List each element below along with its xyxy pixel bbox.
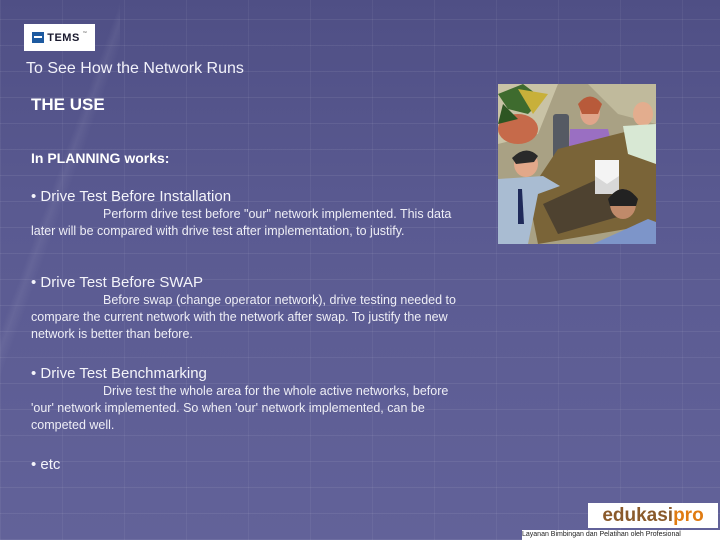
bullet-heading: • Drive Test Benchmarking bbox=[31, 365, 207, 382]
meeting-illustration bbox=[498, 84, 656, 244]
tems-logo: TEMS ™ bbox=[24, 24, 95, 51]
section-heading: THE USE bbox=[31, 95, 105, 114]
slide-title: To See How the Network Runs bbox=[26, 60, 244, 77]
logo-part-pro: pro bbox=[673, 504, 704, 526]
bullet-item: • Drive Test Before Installation Perform… bbox=[31, 188, 471, 240]
edukasipro-logo: edukasi pro bbox=[588, 503, 718, 528]
trademark: ™ bbox=[82, 30, 87, 35]
subsection-heading: In PLANNING works: bbox=[31, 150, 170, 166]
logo-part-edukasi: edukasi bbox=[602, 504, 674, 526]
bullet-heading: • Drive Test Before SWAP bbox=[31, 274, 203, 291]
bullet-body: Drive test the whole area for the whole … bbox=[31, 384, 449, 432]
bullet-item: • etc bbox=[31, 456, 471, 474]
tems-logo-icon bbox=[32, 32, 45, 43]
bullet-body: Before swap (change operator network), d… bbox=[31, 293, 456, 341]
bullet-heading: • Drive Test Before Installation bbox=[31, 188, 232, 205]
tems-logo-text: TEMS bbox=[47, 31, 80, 44]
edukasipro-tagline: Layanan Bimbingan dan Pelatihan oleh Pro… bbox=[522, 530, 720, 540]
bullet-item: • Drive Test Before SWAP Before swap (ch… bbox=[31, 274, 471, 343]
bullet-heading: • etc bbox=[31, 456, 61, 473]
bullet-item: • Drive Test Benchmarking Drive test the… bbox=[31, 365, 471, 434]
bullet-body: Perform drive test before "our" network … bbox=[31, 207, 452, 238]
meeting-clipart-icon bbox=[498, 84, 656, 244]
